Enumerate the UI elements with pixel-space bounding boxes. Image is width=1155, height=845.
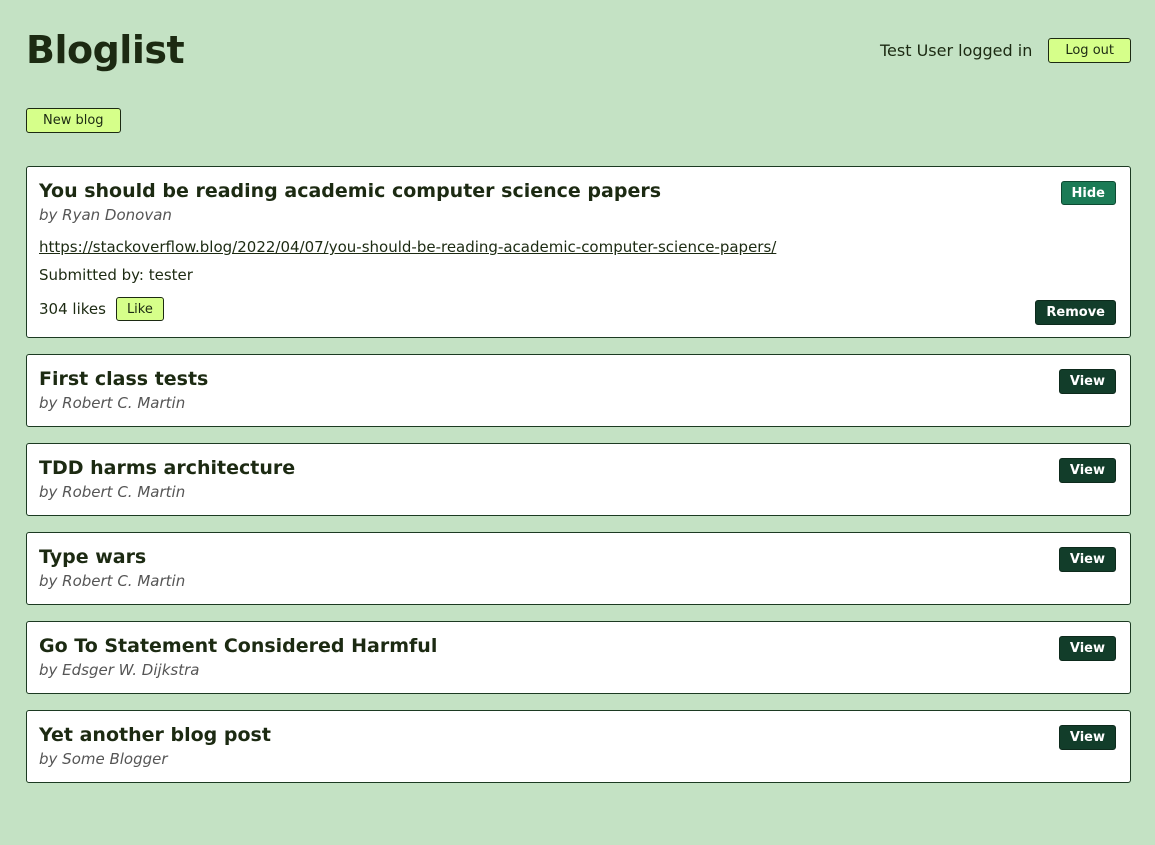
blog-url-link[interactable]: https://stackoverflow.blog/2022/04/07/yo… xyxy=(39,237,1116,257)
blog-card: Yet another blog post by Some Blogger Vi… xyxy=(26,710,1131,783)
logged-in-user-text: Test User logged in xyxy=(879,41,1033,60)
like-button[interactable]: Like xyxy=(115,297,164,321)
blog-card: TDD harms architecture by Robert C. Mart… xyxy=(26,443,1131,516)
blog-title: TDD harms architecture xyxy=(39,457,296,479)
blog-author: by Robert C. Martin xyxy=(39,483,186,501)
blog-author: by Edsger W. Dijkstra xyxy=(39,661,200,679)
view-button[interactable]: View xyxy=(1058,369,1116,394)
likes-count: 304 likes xyxy=(39,300,106,318)
blog-card-expanded: You should be reading academic computer … xyxy=(26,166,1131,338)
blog-author: by Ryan Donovan xyxy=(39,206,172,224)
app-container: Bloglist Test User logged in Log out New… xyxy=(26,0,1131,783)
header: Bloglist Test User logged in Log out xyxy=(26,0,1131,100)
blog-title: Type wars xyxy=(39,546,147,568)
view-button[interactable]: View xyxy=(1058,547,1116,572)
blog-title: You should be reading academic computer … xyxy=(39,180,662,202)
page-title: Bloglist xyxy=(26,28,185,72)
blog-title: First class tests xyxy=(39,368,209,390)
blog-list: You should be reading academic computer … xyxy=(26,166,1131,799)
blog-title: Yet another blog post xyxy=(39,724,271,746)
blog-card: Go To Statement Considered Harmful by Ed… xyxy=(26,621,1131,694)
submitted-by: Submitted by: tester xyxy=(39,266,193,284)
user-box: Test User logged in Log out xyxy=(880,38,1131,63)
blog-author: by Robert C. Martin xyxy=(39,394,186,412)
blog-card: Type wars by Robert C. Martin View xyxy=(26,532,1131,605)
view-button[interactable]: View xyxy=(1058,636,1116,661)
blog-title: Go To Statement Considered Harmful xyxy=(39,635,438,657)
new-blog-button[interactable]: New blog xyxy=(26,108,121,133)
blog-author: by Robert C. Martin xyxy=(39,572,186,590)
view-button[interactable]: View xyxy=(1058,458,1116,483)
blog-author: by Some Blogger xyxy=(39,750,168,768)
hide-button[interactable]: Hide xyxy=(1060,181,1116,205)
view-button[interactable]: View xyxy=(1058,725,1116,750)
likes-row: 304 likes Like xyxy=(39,297,1116,321)
remove-button[interactable]: Remove xyxy=(1035,300,1116,325)
logout-button[interactable]: Log out xyxy=(1048,38,1131,63)
blog-card: First class tests by Robert C. Martin Vi… xyxy=(26,354,1131,427)
